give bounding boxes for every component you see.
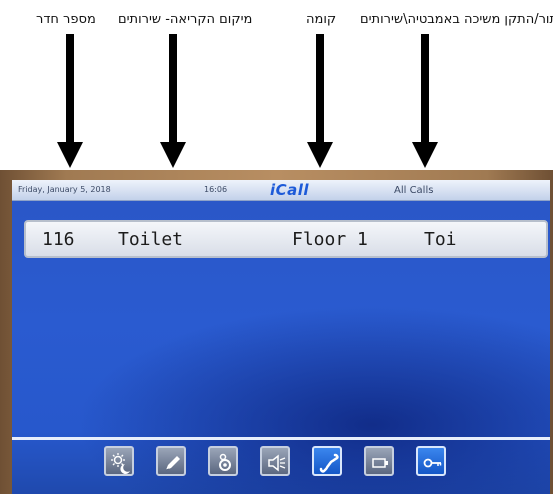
settings-button[interactable] [208,446,238,476]
call-floor: Floor 1 [292,229,368,250]
annotation-floor: קומה [306,12,337,27]
call-filter-mode[interactable]: All Calls [394,185,433,196]
day-night-button[interactable] [104,446,134,476]
status-bar: Friday, January 5, 2018 16:06 iCall All … [12,180,550,201]
call-room-number: 116 [42,229,75,250]
phone-icon [319,453,339,473]
key-icon [423,458,442,468]
arrow-down-icon [412,34,438,170]
annotation-room-number: מספר חדר [36,12,96,27]
video-button[interactable] [364,446,394,476]
edit-pen-icon [165,456,180,471]
device-screen: Friday, January 5, 2018 16:06 iCall All … [12,180,550,494]
settings-gear-icon [219,453,231,471]
call-location: Toilet [118,229,184,250]
call-list-row[interactable]: 116 Toilet Floor 1 Toi [24,220,548,258]
speaker-button[interactable] [260,446,290,476]
key-button[interactable] [416,446,446,476]
arrow-down-icon [57,34,83,170]
edit-button[interactable] [156,446,186,476]
arrow-down-icon [160,34,186,170]
day-night-icon [111,453,130,474]
brand-logo: iCall [270,181,310,199]
phone-button[interactable] [312,446,342,476]
status-date: Friday, January 5, 2018 [18,185,111,194]
annotation-bath-pull: כפתור/התקן משיכה באמבטיה\שירותים [360,12,553,27]
arrow-down-icon [307,34,333,170]
annotation-call-location: מיקום הקריאה- שירותים [118,12,253,27]
status-time: 16:06 [204,185,228,194]
video-display-icon [372,458,388,468]
toolbar-divider [12,437,550,440]
speaker-icon [268,454,286,472]
call-type: Toi [424,229,457,250]
